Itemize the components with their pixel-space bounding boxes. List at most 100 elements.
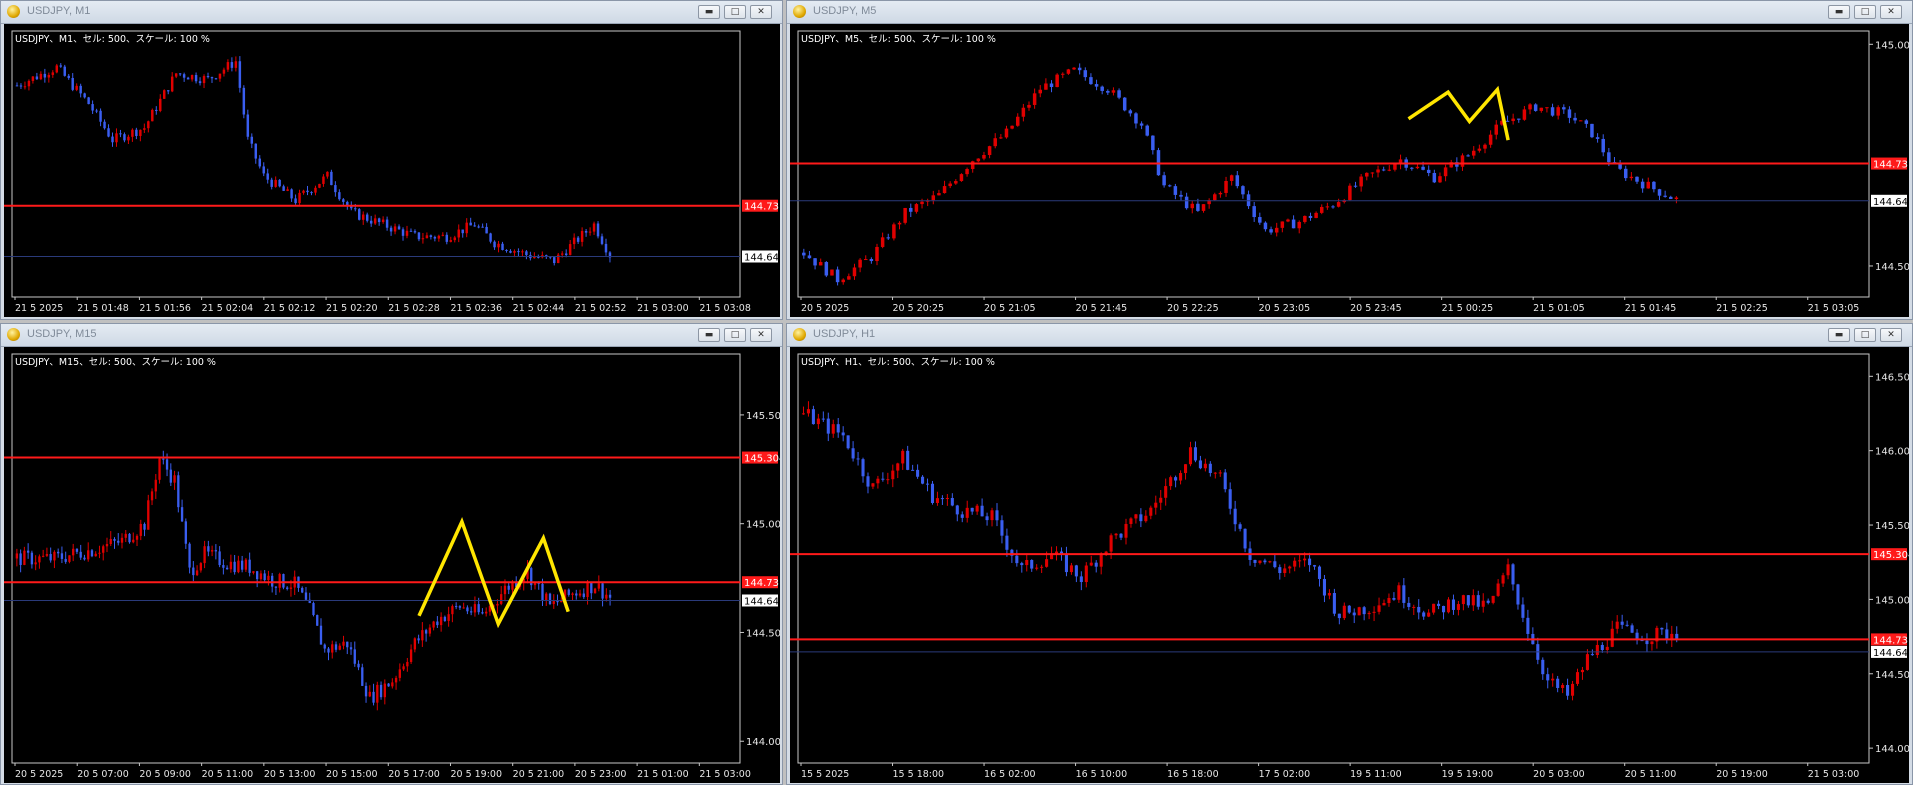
- price-chart[interactable]: 146.500 146.000 145.500 145.000 144.500 144.0…: [790, 347, 1909, 783]
- minimize-button[interactable]: ▬: [1828, 328, 1850, 342]
- candle-body: [1381, 169, 1386, 171]
- candle-body: [513, 251, 516, 253]
- candle-body: [1521, 604, 1525, 618]
- maximize-button[interactable]: □: [1854, 5, 1876, 19]
- candle-body: [1032, 93, 1037, 105]
- x-tick-label: 20 5 15:00: [326, 769, 378, 780]
- candle-body: [55, 65, 59, 73]
- candle-body: [1620, 621, 1624, 625]
- candle-body: [233, 561, 236, 573]
- candle-body: [60, 553, 64, 559]
- candle-body: [571, 593, 574, 595]
- candle-body: [1590, 123, 1594, 138]
- minimize-button[interactable]: ▬: [1828, 5, 1850, 19]
- window-titlebar[interactable]: USDJPY, M15 ▬ □ ✕: [1, 324, 782, 347]
- chart-window-m5[interactable]: USDJPY, M5 ▬ □ ✕ 145.000144.500144.73114…: [786, 0, 1913, 320]
- window-titlebar[interactable]: USDJPY, H1 ▬ □ ✕: [787, 324, 1912, 347]
- close-button[interactable]: ✕: [1880, 328, 1902, 342]
- candle-body: [556, 601, 559, 603]
- candle-body: [94, 553, 97, 557]
- candle-body: [1064, 554, 1068, 573]
- candle-body: [1630, 625, 1634, 633]
- candle-body: [421, 630, 424, 641]
- candle-body: [901, 450, 905, 464]
- candle-body: [1471, 150, 1476, 156]
- window-titlebar[interactable]: USDJPY, M5 ▬ □ ✕: [787, 1, 1912, 24]
- price-chart[interactable]: 144.731 144.647 USDJPY、M1、セル: 500、スケール: 10…: [4, 24, 780, 317]
- close-button[interactable]: ✕: [750, 328, 772, 342]
- candle-body: [1198, 460, 1202, 469]
- price-chart[interactable]: 145.500 145.000 144.500 144.000 145.304 144.7…: [4, 347, 780, 783]
- candle-body: [1451, 599, 1456, 610]
- candle-body: [353, 649, 356, 664]
- candle-body: [458, 606, 462, 608]
- candle-body: [1235, 175, 1240, 187]
- candle-body: [443, 616, 447, 621]
- candle-body: [473, 604, 477, 613]
- candle-body: [811, 409, 815, 425]
- maximize-button[interactable]: □: [1854, 328, 1876, 342]
- minimize-button[interactable]: ▬: [698, 5, 720, 19]
- candle-body: [1134, 113, 1138, 124]
- window-titlebar[interactable]: USDJPY, M1 ▬ □ ✕: [1, 1, 782, 24]
- candle-body: [1526, 617, 1530, 634]
- candle-body: [1258, 217, 1262, 223]
- candle-body: [1223, 472, 1227, 490]
- candle-body: [813, 258, 817, 266]
- maximize-button[interactable]: □: [724, 328, 746, 342]
- candle-body: [87, 550, 90, 560]
- x-tick-label: 15 5 2025: [801, 769, 849, 780]
- candle-body: [286, 189, 289, 191]
- maximize-button[interactable]: □: [724, 5, 746, 19]
- candle-body: [1377, 605, 1381, 612]
- candle-body: [454, 606, 458, 608]
- x-tick-label: 21 5 02:04: [202, 303, 254, 314]
- candle-body: [1556, 678, 1560, 688]
- candle-body: [836, 424, 840, 433]
- window-title: USDJPY, M5: [813, 5, 877, 17]
- candle-body: [965, 169, 969, 175]
- x-tick-label: 21 5 03:05: [1808, 303, 1860, 314]
- candle-body: [151, 109, 154, 122]
- chart-window-h1[interactable]: USDJPY, H1 ▬ □ ✕ 146.500146.000145.50014…: [786, 323, 1913, 785]
- chart-area[interactable]: 145.500 145.000 144.500 144.000 145.304 144.7…: [4, 347, 780, 783]
- candle-body: [930, 483, 935, 503]
- chart-window-m15[interactable]: USDJPY, M15 ▬ □ ✕ 145.500145.000144.5001…: [0, 323, 783, 785]
- candle-body: [1030, 559, 1034, 569]
- candle-body: [119, 133, 122, 135]
- candle-body: [493, 241, 496, 248]
- candle-body: [1442, 605, 1446, 613]
- x-tick-label: 20 5 20:25: [893, 303, 945, 314]
- chart-area[interactable]: 145.000 144.500 144.731 144.647 USDJPY、M5、セル…: [790, 24, 1909, 317]
- candle-body: [950, 497, 954, 506]
- candle-body: [851, 448, 855, 459]
- chart-info-label: USDJPY、M15、セル: 500、スケール: 100 %: [15, 357, 216, 368]
- candle-body: [330, 171, 333, 186]
- minimize-button[interactable]: ▬: [698, 328, 720, 342]
- y-tick-label: 146.500: [1875, 372, 1909, 383]
- chart-window-m1[interactable]: USDJPY, M1 ▬ □ ✕ 144.731 144.647 USDJPY、M1…: [0, 0, 783, 320]
- candle-body: [1640, 181, 1645, 189]
- chart-area[interactable]: 146.500 146.000 145.500 145.000 144.500 144.0…: [790, 347, 1909, 783]
- candle-body: [49, 554, 52, 561]
- candle-body: [242, 87, 246, 115]
- candle-body: [286, 587, 289, 589]
- candle-body: [903, 207, 907, 223]
- window-title: USDJPY, M1: [27, 5, 91, 17]
- candle-body: [294, 198, 297, 204]
- candle-body: [334, 185, 337, 193]
- candle-body: [1491, 595, 1495, 603]
- candle-body: [1190, 203, 1195, 209]
- candle-body: [447, 614, 450, 621]
- candle-body: [533, 256, 536, 259]
- candle-body: [1665, 629, 1669, 640]
- candle-body: [1169, 477, 1173, 487]
- x-tick-label: 21 5 03:08: [699, 303, 751, 314]
- chart-area[interactable]: 144.731 144.647 USDJPY、M1、セル: 500、スケール: 10…: [4, 24, 780, 317]
- close-button[interactable]: ✕: [1880, 5, 1902, 19]
- close-button[interactable]: ✕: [750, 5, 772, 19]
- price-chart[interactable]: 145.000 144.500 144.731 144.647 USDJPY、M5、セル…: [790, 24, 1909, 317]
- candle-body: [481, 612, 484, 614]
- candle-body: [1550, 107, 1555, 116]
- candle-body: [79, 85, 82, 94]
